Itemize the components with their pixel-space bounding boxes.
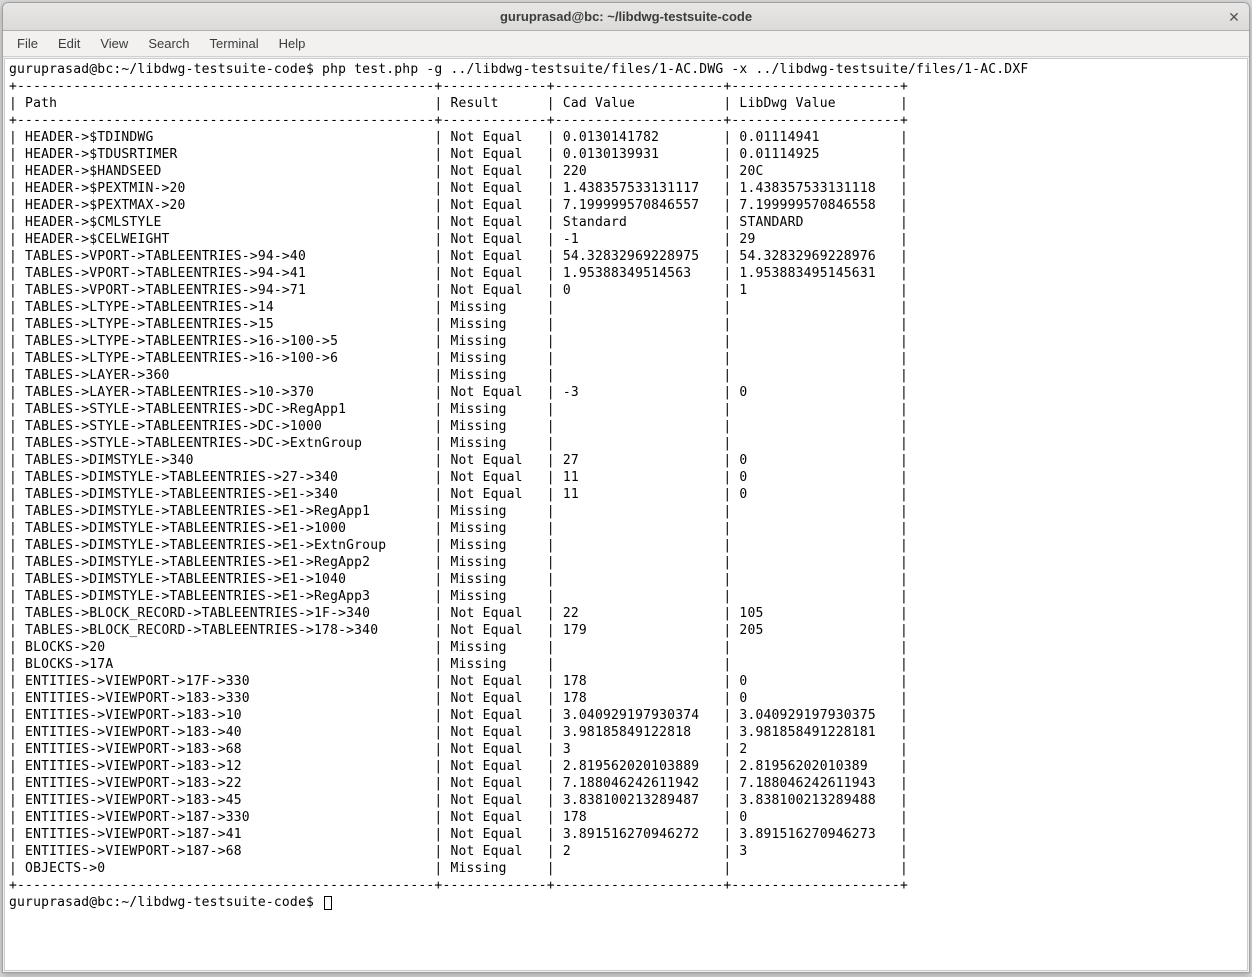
menu-edit[interactable]: Edit [48,32,90,55]
menu-view[interactable]: View [90,32,138,55]
terminal-output[interactable]: guruprasad@bc:~/libdwg-testsuite-code$ p… [4,58,1248,971]
menu-file[interactable]: File [7,32,48,55]
titlebar[interactable]: guruprasad@bc: ~/libdwg-testsuite-code ✕ [3,3,1249,31]
cursor [324,896,332,910]
menu-search[interactable]: Search [138,32,199,55]
menu-help[interactable]: Help [269,32,316,55]
window-title: guruprasad@bc: ~/libdwg-testsuite-code [500,9,752,24]
close-icon[interactable]: ✕ [1225,8,1243,26]
menubar: File Edit View Search Terminal Help [3,31,1249,57]
menu-terminal[interactable]: Terminal [200,32,269,55]
terminal-window: guruprasad@bc: ~/libdwg-testsuite-code ✕… [2,2,1250,973]
